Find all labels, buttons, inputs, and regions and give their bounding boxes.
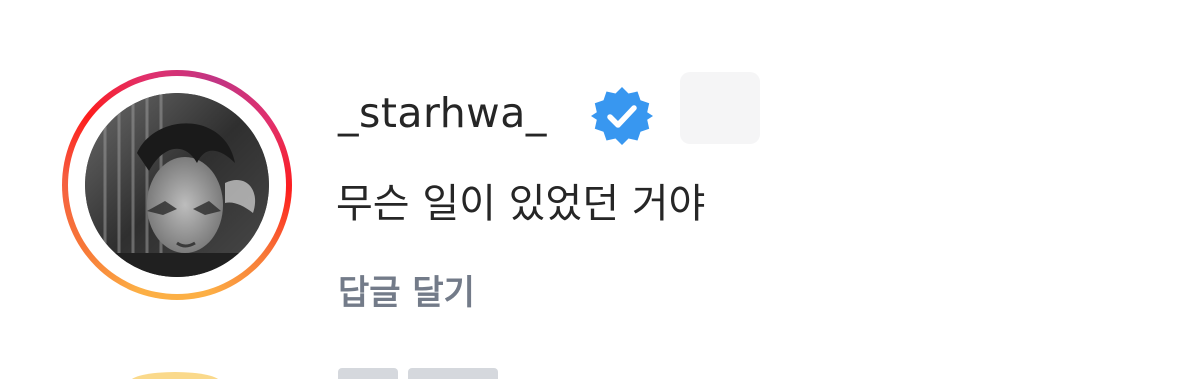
next-comment-hint [338, 368, 538, 379]
comment-screen: _starhwa_ 무슨 일이 있었던 거야 답글 달기 [0, 0, 1200, 379]
blurred-region [680, 72, 760, 144]
avatar [85, 93, 269, 277]
next-comment-avatar-hint [130, 372, 220, 379]
verified-badge-icon [591, 87, 653, 145]
comment-username[interactable]: _starhwa_ [338, 83, 547, 143]
reply-button[interactable]: 답글 달기 [338, 268, 475, 318]
avatar-photo [85, 93, 269, 277]
avatar-ring-gap [68, 76, 286, 294]
story-ring-avatar[interactable] [62, 70, 292, 300]
comment-text: 무슨 일이 있었던 거야 [336, 181, 706, 227]
